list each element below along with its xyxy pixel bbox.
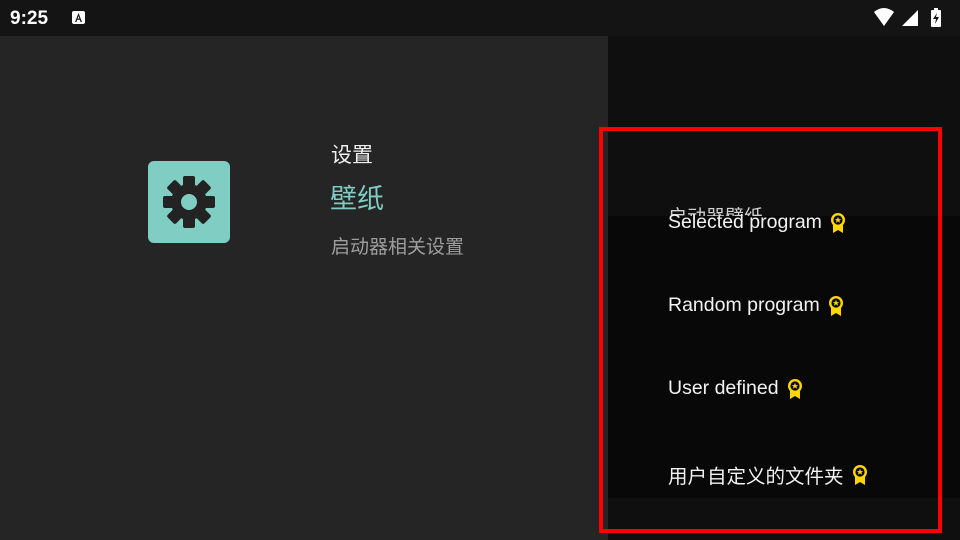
status-icons	[872, 7, 952, 29]
settings-pane	[0, 36, 608, 540]
font-a-icon	[72, 11, 85, 24]
wifi-icon	[874, 8, 894, 26]
page-title: 壁纸	[330, 184, 384, 214]
battery-charging-icon	[931, 8, 941, 27]
breadcrumb: 设置	[331, 144, 373, 167]
status-time: 9:25	[10, 8, 49, 29]
page-description: 启动器相关设置	[331, 237, 465, 258]
status-bar: 9:25	[0, 0, 960, 36]
highlight-box	[599, 127, 942, 533]
signal-icon	[902, 10, 918, 26]
settings-gear-icon	[148, 161, 230, 243]
